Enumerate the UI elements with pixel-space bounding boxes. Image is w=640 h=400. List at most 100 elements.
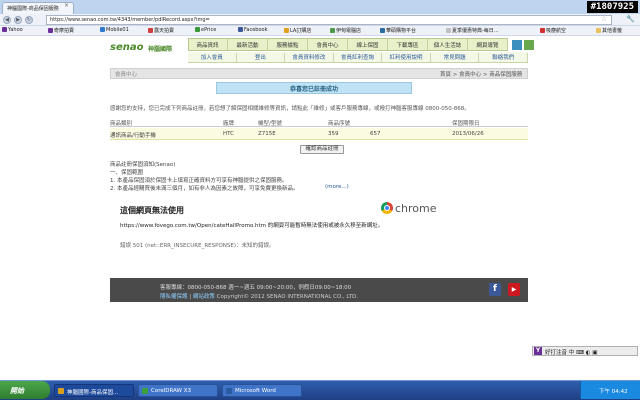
top-nav-item[interactable]: 線上保固 bbox=[348, 39, 388, 50]
reload-icon[interactable]: ↻ bbox=[25, 16, 33, 24]
member-center-label: 會員中心 bbox=[115, 72, 138, 78]
youtube-icon[interactable]: ▶ bbox=[508, 283, 520, 296]
forward-icon[interactable]: ▶ bbox=[14, 16, 22, 24]
back-icon[interactable]: ◀ bbox=[3, 16, 11, 24]
task-label: CorelDRAW X3 bbox=[151, 388, 192, 394]
taskbar-task[interactable]: Microsoft Word bbox=[222, 384, 302, 397]
confirm-registration-button[interactable]: 確認商品註冊 bbox=[300, 145, 344, 154]
copyright: Copyright© 2012 SENAO INTERNATIONAL CO.,… bbox=[216, 294, 359, 300]
bookmark-item[interactable]: 夏季優惠特典-每日... bbox=[446, 27, 499, 34]
address-bar[interactable]: https://www.senao.com.tw/4343/member/pdl… bbox=[46, 15, 612, 25]
cell-model: Z715E bbox=[258, 131, 276, 137]
footer-links: 隱私權保護 | 網站政策 Copyright© 2012 SENAO INTER… bbox=[160, 294, 359, 300]
bookmark-item[interactable]: Yahoo bbox=[2, 27, 23, 33]
senao-logo[interactable]: senao bbox=[110, 42, 143, 53]
cell-serial-2: 657 bbox=[370, 131, 381, 137]
bookmark-label: LA訂購店 bbox=[290, 28, 312, 34]
bookmark-favicon-icon bbox=[330, 28, 335, 33]
system-tray: 下午 04:42 bbox=[580, 381, 640, 399]
notice-item: 1. 本產品保固須於保固卡上填寫正確資料方可享有神腦提供之保固服務。 bbox=[110, 178, 288, 184]
sub-nav-item[interactable]: 會員紅利查詢 bbox=[334, 53, 383, 62]
bookmark-favicon-icon bbox=[100, 27, 105, 32]
col-category: 商品類別 bbox=[110, 121, 133, 127]
terms-link[interactable]: 網站政策 bbox=[193, 294, 215, 300]
wrench-menu-icon[interactable]: 🔧 bbox=[626, 15, 635, 23]
bookmark-item[interactable]: 吸塵航空 bbox=[540, 27, 566, 34]
bookmark-item[interactable]: Mobile01 bbox=[100, 27, 129, 33]
bookmark-label: Mobile01 bbox=[106, 27, 129, 33]
cart-icon[interactable] bbox=[524, 40, 534, 50]
facebook-icon[interactable]: f bbox=[489, 283, 501, 296]
col-brand: 廠牌 bbox=[223, 121, 235, 127]
bookmark-label: Facebook bbox=[244, 27, 268, 33]
bookmark-favicon-icon bbox=[238, 27, 243, 32]
other-bookmarks[interactable]: 其他書籤 bbox=[596, 27, 622, 34]
user-icon[interactable] bbox=[512, 40, 522, 50]
bookmark-favicon-icon bbox=[380, 28, 385, 33]
app-icon bbox=[226, 388, 232, 394]
more-link[interactable]: (more...) bbox=[325, 184, 349, 190]
clock[interactable]: 下午 04:42 bbox=[599, 389, 628, 395]
bookmark-item[interactable]: 伊甸電腦店 bbox=[330, 27, 361, 34]
bookmark-item[interactable]: ePrice bbox=[195, 27, 216, 33]
bookmark-item[interactable]: 華碩購物平台 bbox=[380, 27, 416, 34]
top-nav-item[interactable]: 個人生活誌 bbox=[428, 39, 468, 50]
task-label: 神腦國際-商品保固... bbox=[67, 390, 119, 396]
bookmark-favicon-icon bbox=[195, 27, 200, 32]
top-nav-item[interactable]: 最新活動 bbox=[228, 39, 268, 50]
bookmark-favicon-icon bbox=[48, 28, 53, 33]
folder-icon bbox=[596, 28, 601, 33]
sub-nav-item[interactable]: 紅利使用說明 bbox=[382, 53, 431, 62]
bookmark-item[interactable]: 露天拍賣 bbox=[148, 27, 174, 34]
bookmark-label: 露天拍賣 bbox=[154, 28, 175, 34]
privacy-link[interactable]: 隱私權保護 bbox=[160, 294, 188, 300]
bookmark-star-icon[interactable]: ☆ bbox=[601, 15, 607, 23]
cell-warranty-date: 2013/06/26 bbox=[452, 131, 484, 137]
task-label: Microsoft Word bbox=[235, 388, 276, 394]
top-nav-item[interactable]: 下載專區 bbox=[388, 39, 428, 50]
screen: { "browser": { "tab_title": "神腦國際-商品保固服務… bbox=[0, 0, 640, 400]
bookmark-label: Yahoo bbox=[8, 27, 23, 33]
sub-nav-item[interactable]: 加入會員 bbox=[188, 53, 237, 62]
sub-nav-item[interactable]: 常見問題 bbox=[431, 53, 480, 62]
bookmark-favicon-icon bbox=[284, 28, 289, 33]
sub-nav-item[interactable]: 會員資料修改 bbox=[285, 53, 334, 62]
top-nav-item[interactable]: 商品資訊 bbox=[188, 39, 228, 50]
yahoo-ime-icon[interactable]: Y bbox=[534, 347, 542, 355]
top-nav-item[interactable]: 網頁導覽 bbox=[468, 39, 508, 50]
bookmark-label: 夏季優惠特典-每日... bbox=[452, 28, 499, 34]
col-warranty: 保固期限日 bbox=[452, 121, 480, 127]
footer-service-line: 客服專線：0800-050-868 週一~週五 09:00~20:00，例假日0… bbox=[160, 285, 352, 291]
taskbar-task[interactable]: 神腦國際-商品保固... bbox=[54, 384, 134, 397]
senao-logo-sub: 神腦國際 bbox=[148, 46, 173, 53]
bookmark-favicon-icon bbox=[540, 28, 545, 33]
col-serial: 商品序號 bbox=[328, 121, 351, 127]
bookmark-item[interactable]: Facebook bbox=[238, 27, 268, 33]
sub-nav-item[interactable]: 聯絡我們 bbox=[479, 53, 528, 62]
error-code: 錯誤 501 (net::ERR_INSECURE_RESPONSE)：未知的錯… bbox=[120, 243, 275, 249]
notice-title: 商品註冊保固須知(Senao) bbox=[110, 162, 176, 168]
bookmark-favicon-icon bbox=[148, 28, 153, 33]
tab-close-icon[interactable]: × bbox=[64, 2, 69, 9]
cell-brand: HTC bbox=[223, 131, 235, 137]
taskbar-task[interactable]: CorelDRAW X3 bbox=[138, 384, 218, 397]
success-message: 恭喜您已註冊成功 bbox=[289, 86, 338, 93]
bookmark-favicon-icon bbox=[2, 27, 7, 32]
bookmark-item[interactable]: 奇摩拍賣 bbox=[48, 27, 74, 34]
bookmark-item[interactable]: LA訂購店 bbox=[284, 27, 311, 34]
start-button[interactable]: 開始 bbox=[0, 381, 50, 399]
sub-nav-item[interactable]: 登出 bbox=[237, 53, 286, 62]
error-title: 這個網頁無法使用 bbox=[120, 206, 184, 215]
top-nav-item[interactable]: 服務據點 bbox=[268, 39, 308, 50]
tab-title: 神腦國際-商品保固服務 bbox=[7, 6, 59, 12]
bookmark-label: 華碩購物平台 bbox=[386, 28, 417, 34]
app-icon bbox=[58, 388, 64, 394]
bookmark-label: 伊甸電腦店 bbox=[336, 28, 362, 34]
app-icon bbox=[142, 388, 148, 394]
cell-category: 通訊商品/行動手機 bbox=[110, 133, 156, 139]
bookmark-label: 吸塵航空 bbox=[546, 28, 567, 34]
ime-text[interactable]: 好打注音 中 ⌨ ◐ ▣ bbox=[545, 348, 597, 356]
col-model: 機型/型號 bbox=[258, 121, 282, 127]
top-nav-item[interactable]: 會員中心 bbox=[308, 39, 348, 50]
bookmark-label: ePrice bbox=[201, 27, 217, 33]
